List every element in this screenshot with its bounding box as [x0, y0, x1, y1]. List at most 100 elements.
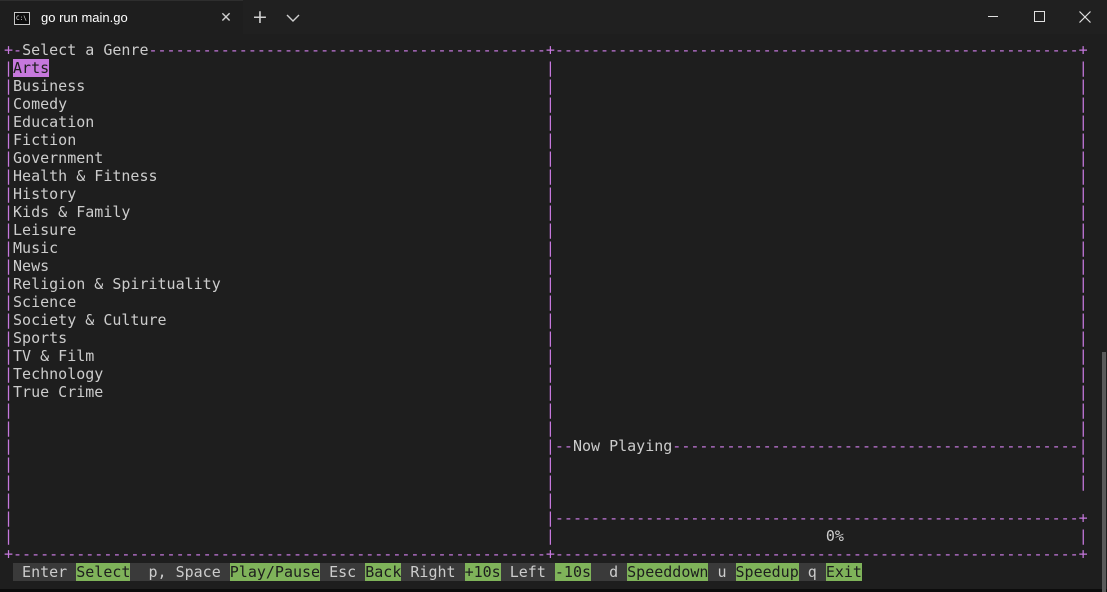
border: | — [545, 347, 555, 365]
border: | — [1078, 221, 1088, 239]
border: | — [4, 473, 14, 491]
border: | — [545, 131, 555, 149]
border: | — [545, 95, 555, 113]
border: | — [1078, 95, 1088, 113]
border: | — [1078, 419, 1088, 437]
border: | — [1078, 239, 1088, 257]
console-icon: C:\ — [14, 12, 30, 25]
border — [76, 293, 546, 311]
genre-item[interactable]: Health & Fitness — [13, 167, 158, 185]
border: | — [1078, 347, 1088, 365]
minimize-button[interactable] — [970, 0, 1016, 34]
help-action: -10s — [554, 563, 592, 581]
border: | — [4, 95, 14, 113]
border: | — [1078, 131, 1088, 149]
border: | — [1078, 275, 1088, 293]
scrollbar-thumb[interactable] — [1102, 352, 1106, 592]
help-action: Speeddown — [627, 563, 709, 581]
border: | — [1078, 203, 1088, 221]
genre-item[interactable]: Business — [13, 77, 85, 95]
border: | — [1078, 527, 1088, 545]
border: | — [4, 329, 14, 347]
genre-item-selected[interactable]: Arts — [13, 59, 50, 77]
border: ----------------------------------------… — [554, 509, 1088, 527]
border: +- — [4, 41, 23, 59]
chevron-down-icon[interactable] — [284, 10, 302, 24]
border: +---------------------------------------… — [4, 545, 1088, 563]
border: | — [545, 365, 555, 383]
genre-item[interactable]: Technology — [13, 365, 103, 383]
border — [555, 491, 1079, 509]
close-window-button[interactable] — [1062, 0, 1107, 34]
border: | — [545, 59, 555, 77]
border — [555, 149, 1079, 167]
border: | — [1078, 167, 1088, 185]
genre-item[interactable]: Government — [13, 149, 103, 167]
border — [555, 59, 1079, 77]
border: | — [545, 419, 555, 437]
genre-item[interactable]: Education — [13, 113, 94, 131]
plus-icon[interactable]: + — [250, 6, 270, 28]
border: | — [545, 311, 555, 329]
border — [13, 473, 546, 491]
close-icon[interactable]: ✕ — [217, 8, 235, 28]
border — [76, 185, 546, 203]
genre-item[interactable]: Science — [13, 293, 76, 311]
border — [555, 401, 1079, 419]
border: | — [1078, 401, 1088, 419]
border: | — [545, 77, 555, 95]
border — [555, 329, 1079, 347]
border — [4, 563, 13, 581]
border — [555, 77, 1079, 95]
genre-item[interactable]: Comedy — [13, 95, 67, 113]
border: | — [545, 437, 555, 455]
help-key: p, Space — [130, 563, 230, 581]
border: | — [4, 131, 14, 149]
terminal-tab[interactable]: C:\ go run main.go ✕ — [0, 0, 243, 36]
genre-item[interactable]: Leisure — [13, 221, 76, 239]
border — [103, 149, 546, 167]
border: | — [4, 311, 14, 329]
border: | — [4, 527, 14, 545]
border: | — [4, 401, 14, 419]
border: | — [545, 527, 555, 545]
border: | — [4, 275, 14, 293]
border: | — [545, 473, 555, 491]
genre-item[interactable]: Kids & Family — [13, 203, 130, 221]
border: | — [1078, 149, 1088, 167]
genre-item[interactable]: Sports — [13, 329, 67, 347]
terminal-area[interactable]: +-Select a Genre------------------------… — [0, 34, 1107, 592]
border: -- — [554, 437, 573, 455]
genre-item[interactable]: Fiction — [13, 131, 76, 149]
genre-item[interactable]: TV & Film — [13, 347, 94, 365]
genre-item[interactable]: History — [13, 185, 76, 203]
maximize-button[interactable] — [1016, 0, 1062, 34]
border: | — [4, 491, 14, 509]
border: | — [4, 113, 14, 131]
border — [555, 365, 1079, 383]
genre-item[interactable]: Music — [13, 239, 58, 257]
border — [13, 509, 546, 527]
border — [76, 131, 546, 149]
border: | — [4, 347, 14, 365]
genre-item[interactable]: Religion & Spirituality — [13, 275, 221, 293]
border: | — [4, 365, 14, 383]
border: | — [4, 77, 14, 95]
help-key: d — [591, 563, 628, 581]
border — [555, 473, 1079, 491]
border — [85, 77, 546, 95]
border — [555, 257, 1079, 275]
genre-item[interactable]: True Crime — [13, 383, 103, 401]
genre-panel-title: Select a Genre — [22, 41, 149, 59]
border: | — [545, 257, 555, 275]
now-playing-title: Now Playing — [572, 437, 673, 455]
genre-item[interactable]: Society & Culture — [13, 311, 167, 329]
border: | — [4, 167, 14, 185]
border: | — [545, 239, 555, 257]
genre-item[interactable]: News — [13, 257, 49, 275]
help-key: Left — [500, 563, 555, 581]
border — [158, 167, 546, 185]
border — [1079, 491, 1088, 509]
border: | — [545, 401, 555, 419]
border: | — [4, 383, 14, 401]
